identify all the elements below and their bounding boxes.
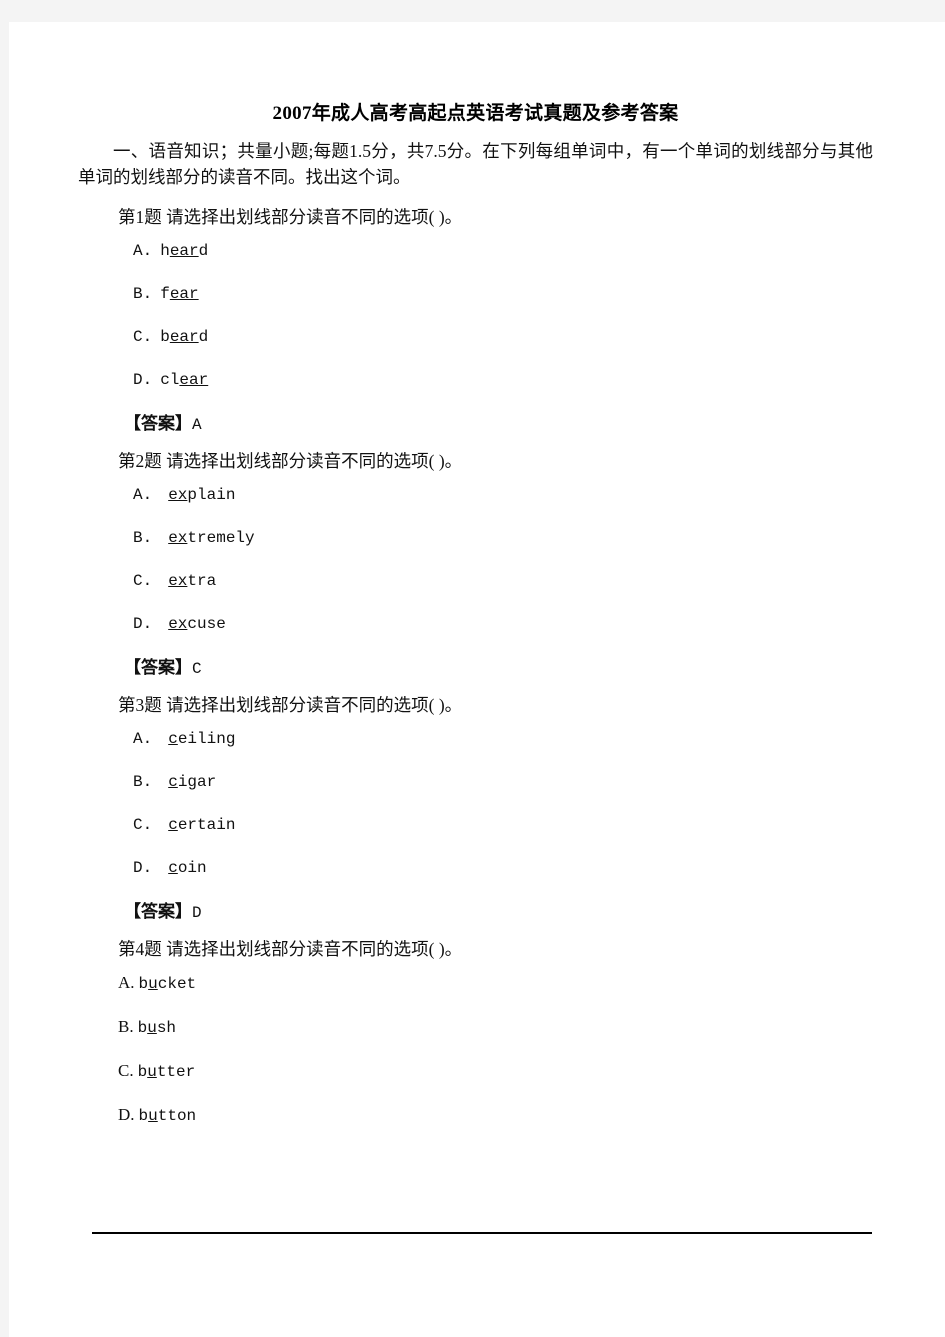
- answer-line: 【答案】A: [78, 412, 873, 437]
- option-word: certain: [168, 816, 236, 834]
- questions-container: 第1题 请选择出划线部分读音不同的选项( )。 A. heard B. fear C.…: [78, 204, 873, 1127]
- option-item[interactable]: B. cigar: [78, 771, 873, 793]
- page-content: 2007年成人高考高起点英语考试真题及参考答案 一、语音知识；共量小题;每题1.…: [78, 100, 873, 1148]
- option-item[interactable]: D. coin: [78, 857, 873, 879]
- option-underlined-part: ex: [168, 572, 188, 590]
- answer-value: D: [192, 904, 202, 922]
- option-underlined-part: u: [148, 975, 158, 993]
- option-label: D.: [133, 615, 153, 633]
- option-word: extremely: [168, 529, 255, 547]
- option-word: clear: [160, 371, 209, 389]
- option-word: butter: [137, 1063, 196, 1081]
- question-block: 第1题 请选择出划线部分读音不同的选项( )。 A. heard B. fear C.…: [78, 204, 873, 437]
- option-item[interactable]: C. extra: [78, 570, 873, 592]
- page-title: 2007年成人高考高起点英语考试真题及参考答案: [272, 103, 679, 124]
- option-word: ceiling: [168, 730, 236, 748]
- options-list: A. ceiling B. cigar C. certain D. coin: [78, 728, 873, 879]
- option-label: A.: [118, 973, 135, 992]
- option-label: C.: [133, 816, 153, 834]
- footer-divider: [92, 1232, 872, 1234]
- option-item[interactable]: A. ceiling: [78, 728, 873, 750]
- option-item[interactable]: A. heard: [78, 240, 873, 262]
- option-item[interactable]: C. butter: [78, 1060, 873, 1083]
- option-item[interactable]: D. button: [78, 1104, 873, 1127]
- option-underlined-part: c: [168, 730, 178, 748]
- option-underlined-part: u: [148, 1107, 158, 1125]
- option-word: heard: [160, 242, 209, 260]
- option-label: D.: [118, 1105, 135, 1124]
- option-underlined-part: c: [168, 859, 178, 877]
- option-underlined-part: u: [147, 1019, 157, 1037]
- question-block: 第3题 请选择出划线部分读音不同的选项( )。 A. ceiling B. ciga…: [78, 692, 873, 925]
- question-stem: 第2题 请选择出划线部分读音不同的选项( )。: [118, 451, 463, 471]
- option-underlined-part: ear: [179, 371, 209, 389]
- option-word: bush: [137, 1019, 177, 1037]
- answer-label: 【答案】: [124, 658, 192, 677]
- option-item[interactable]: D. clear: [78, 369, 873, 391]
- option-label: C.: [133, 572, 153, 590]
- answer-value: A: [192, 416, 202, 434]
- option-word: explain: [168, 486, 236, 504]
- option-underlined-part: ear: [169, 285, 199, 303]
- option-underlined-part: ear: [169, 242, 199, 260]
- option-underlined-part: c: [168, 816, 178, 834]
- question-block: 第4题 请选择出划线部分读音不同的选项( )。 A. bucket B. bush C…: [78, 936, 873, 1127]
- answer-label: 【答案】: [124, 902, 192, 921]
- option-underlined-part: u: [147, 1063, 157, 1081]
- answer-line: 【答案】C: [78, 656, 873, 681]
- option-label: A.: [133, 242, 153, 260]
- option-item[interactable]: B. fear: [78, 283, 873, 305]
- option-word: coin: [168, 859, 207, 877]
- option-item[interactable]: A. bucket: [78, 972, 873, 995]
- option-label: B.: [133, 529, 153, 547]
- option-label: D.: [133, 859, 153, 877]
- option-item[interactable]: D. excuse: [78, 613, 873, 635]
- option-label: C.: [118, 1061, 134, 1080]
- option-item[interactable]: B. extremely: [78, 527, 873, 549]
- options-list: A. explain B. extremely C. extra D. excuse: [78, 484, 873, 635]
- options-list: A. heard B. fear C. beard D. clear: [78, 240, 873, 391]
- option-item[interactable]: C. certain: [78, 814, 873, 836]
- option-label: A.: [133, 486, 153, 504]
- question-stem: 第3题 请选择出划线部分读音不同的选项( )。: [118, 695, 463, 715]
- option-underlined-part: ex: [168, 529, 188, 547]
- option-label: A.: [133, 730, 153, 748]
- option-label: D.: [133, 371, 153, 389]
- option-word: button: [138, 1107, 197, 1125]
- answer-label: 【答案】: [124, 414, 192, 433]
- page-sheet: 2007年成人高考高起点英语考试真题及参考答案 一、语音知识；共量小题;每题1.…: [9, 22, 945, 1337]
- option-word: beard: [160, 328, 209, 346]
- option-word: bucket: [138, 975, 197, 993]
- option-word: excuse: [168, 615, 226, 633]
- option-word: fear: [160, 285, 199, 303]
- answer-value: C: [192, 660, 202, 678]
- option-item[interactable]: C. beard: [78, 326, 873, 348]
- option-underlined-part: c: [168, 773, 178, 791]
- question-block: 第2题 请选择出划线部分读音不同的选项( )。 A. explain B. extr…: [78, 448, 873, 681]
- question-stem: 第1题 请选择出划线部分读音不同的选项( )。: [118, 207, 463, 227]
- option-underlined-part: ex: [168, 615, 188, 633]
- option-label: C.: [133, 328, 153, 346]
- options-list: A. bucket B. bush C. butter D. button: [78, 972, 873, 1127]
- answer-line: 【答案】D: [78, 900, 873, 925]
- option-underlined-part: ex: [168, 486, 188, 504]
- section-intro-paragraph: 一、语音知识；共量小题;每题1.5分，共7.5分。在下列每组单词中，有一个单词的…: [78, 141, 873, 187]
- option-label: B.: [133, 285, 153, 303]
- option-underlined-part: ear: [169, 328, 199, 346]
- question-stem: 第4题 请选择出划线部分读音不同的选项( )。: [118, 939, 463, 959]
- option-item[interactable]: B. bush: [78, 1016, 873, 1039]
- option-item[interactable]: A. explain: [78, 484, 873, 506]
- option-word: extra: [168, 572, 217, 590]
- option-word: cigar: [168, 773, 217, 791]
- option-label: B.: [133, 773, 153, 791]
- option-label: B.: [118, 1017, 134, 1036]
